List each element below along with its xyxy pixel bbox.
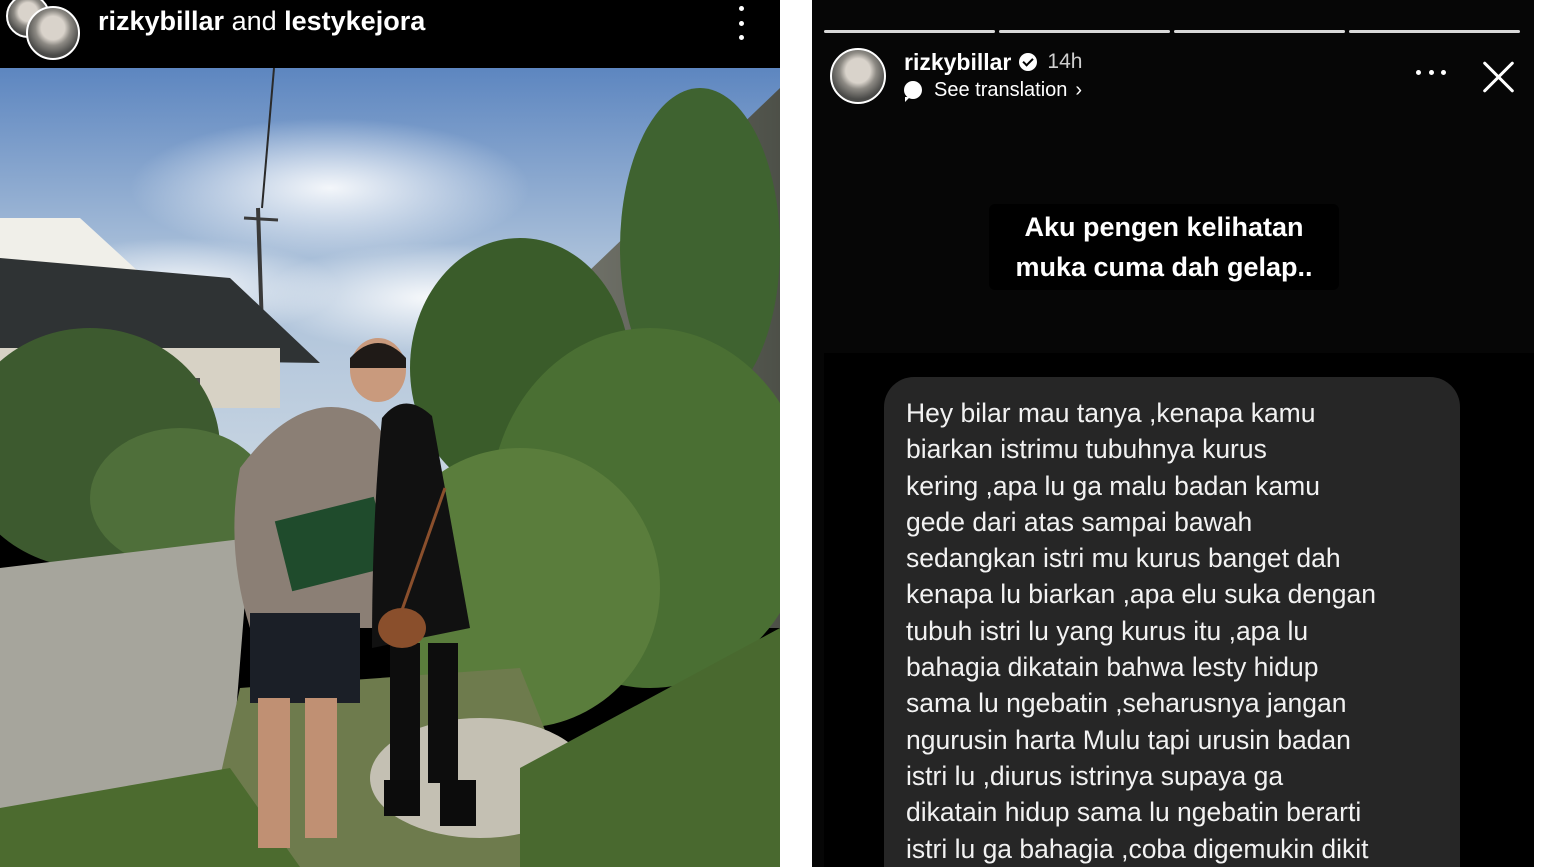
progress-segment — [999, 30, 1170, 33]
see-translation-label: See translation — [934, 79, 1068, 101]
story-timestamp: 14h — [1047, 50, 1083, 73]
chevron-right-icon: › — [1075, 79, 1083, 101]
see-translation-link[interactable]: See translation › — [904, 78, 1082, 102]
author-connector: and — [224, 6, 285, 36]
post-photo[interactable] — [0, 68, 780, 867]
feed-post: rizkybillar and lestykejora — [0, 0, 780, 867]
story-username[interactable]: rizkybillar — [904, 48, 1011, 76]
message-bubble: Hey bilar mau tanya ,kenapa kamu biarkan… — [884, 377, 1460, 867]
post-header: rizkybillar and lestykejora — [0, 0, 780, 68]
story-header: rizkybillar 14h — [904, 48, 1082, 76]
avatar[interactable] — [26, 6, 80, 60]
post-authors: rizkybillar and lestykejora — [98, 6, 425, 36]
story-viewer: rizkybillar 14h See translation › Aku pe… — [812, 0, 1534, 867]
close-icon[interactable] — [1480, 58, 1518, 96]
verified-badge-icon — [1019, 53, 1038, 71]
story-caption: Aku pengen kelihatan muka cuma dah gelap… — [989, 204, 1339, 290]
progress-segment — [1349, 30, 1520, 33]
more-vertical-icon[interactable] — [728, 6, 754, 40]
story-avatar[interactable] — [830, 48, 886, 104]
translate-icon — [904, 81, 922, 102]
author-username-1[interactable]: rizkybillar — [98, 6, 224, 36]
more-horizontal-icon[interactable] — [1416, 68, 1446, 76]
progress-segment — [1174, 30, 1345, 33]
progress-segment — [824, 30, 995, 33]
story-progress-bar — [824, 30, 1520, 34]
message-text: Hey bilar mau tanya ,kenapa kamu biarkan… — [906, 398, 1376, 864]
story-media: Hey bilar mau tanya ,kenapa kamu biarkan… — [824, 353, 1534, 867]
author-username-2[interactable]: lestykejora — [284, 6, 425, 36]
